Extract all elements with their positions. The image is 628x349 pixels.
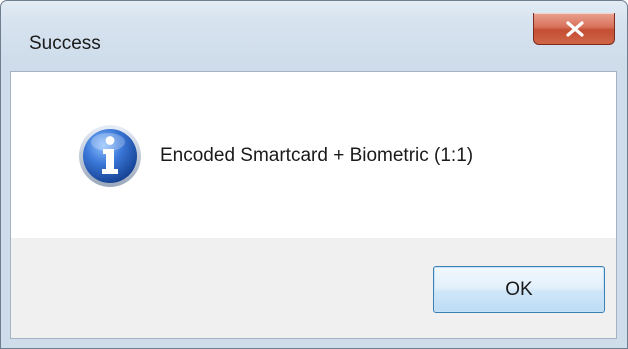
- ok-button[interactable]: OK: [433, 266, 605, 313]
- message-area: Encoded Smartcard + Biometric (1:1): [11, 72, 616, 238]
- dialog-window: Success Encoded Smartcard + Biometric (1…: [0, 0, 628, 349]
- title-bar[interactable]: Success: [1, 1, 627, 54]
- dialog-title: Success: [29, 33, 101, 54]
- information-icon: [79, 125, 141, 187]
- close-icon: [566, 21, 584, 37]
- close-button[interactable]: [533, 13, 615, 45]
- dialog-body: Encoded Smartcard + Biometric (1:1) OK: [10, 71, 617, 339]
- message-text: Encoded Smartcard + Biometric (1:1): [160, 145, 474, 166]
